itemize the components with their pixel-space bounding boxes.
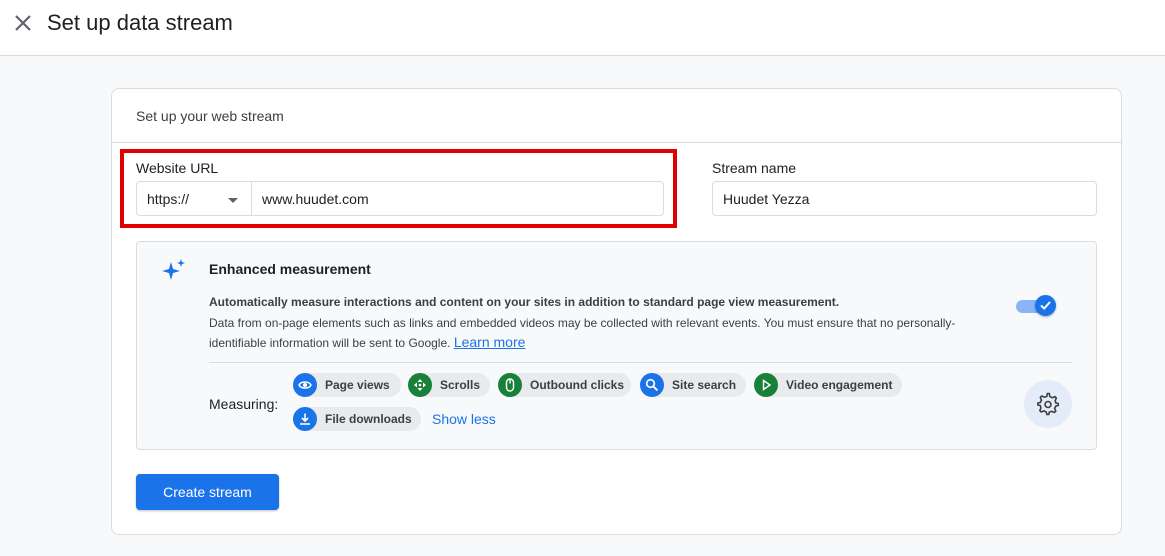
stream-name-label: Stream name: [712, 160, 797, 176]
check-icon: [1040, 301, 1051, 310]
caret-down-icon: [228, 198, 238, 203]
page-title: Set up data stream: [47, 10, 233, 35]
chip-label: Scrolls: [440, 378, 481, 392]
enhanced-measurement-toggle[interactable]: [1015, 295, 1056, 317]
website-url-label: Website URL: [136, 160, 219, 176]
divider: [209, 362, 1072, 363]
chip-site-search[interactable]: Site search: [640, 373, 746, 397]
mouse-icon: [498, 373, 522, 397]
chip-label: Video engagement: [786, 378, 893, 392]
protocol-select[interactable]: https://: [136, 181, 252, 216]
toggle-thumb: [1035, 295, 1056, 316]
enhanced-measurement-title: Enhanced measurement: [209, 261, 371, 277]
chip-label: Outbound clicks: [530, 378, 625, 392]
enhanced-measurement-notice: Data from on-page elements such as links…: [209, 314, 999, 353]
chip-page-views[interactable]: Page views: [293, 373, 401, 397]
sparkle-icon: [162, 258, 186, 282]
website-url-input[interactable]: [251, 181, 664, 216]
top-bar: Set up data stream: [0, 0, 1165, 56]
close-icon[interactable]: [12, 12, 34, 34]
card-header: Set up your web stream: [112, 89, 1121, 143]
search-icon: [640, 373, 664, 397]
notice-text: Data from on-page elements such as links…: [209, 316, 956, 350]
chip-scrolls[interactable]: Scrolls: [408, 373, 490, 397]
eye-icon: [293, 373, 317, 397]
play-icon: [754, 373, 778, 397]
protocol-value: https://: [147, 191, 190, 207]
card-title: Set up your web stream: [136, 108, 284, 124]
download-icon: [293, 407, 317, 431]
chip-video-engagement[interactable]: Video engagement: [754, 373, 902, 397]
learn-more-link[interactable]: Learn more: [454, 334, 526, 350]
settings-button[interactable]: [1024, 380, 1072, 428]
stream-name-input[interactable]: [712, 181, 1097, 216]
gear-icon: [1037, 392, 1060, 416]
chip-file-downloads[interactable]: File downloads: [293, 407, 421, 431]
chip-label: Site search: [672, 378, 737, 392]
chip-outbound-clicks[interactable]: Outbound clicks: [498, 373, 631, 397]
measuring-label: Measuring:: [209, 396, 279, 412]
show-less-link[interactable]: Show less: [432, 411, 496, 427]
enhanced-measurement-description: Automatically measure interactions and c…: [209, 295, 840, 309]
chip-label: Page views: [325, 378, 390, 392]
move-icon: [408, 373, 432, 397]
chip-label: File downloads: [325, 412, 412, 426]
create-stream-button[interactable]: Create stream: [136, 474, 279, 510]
